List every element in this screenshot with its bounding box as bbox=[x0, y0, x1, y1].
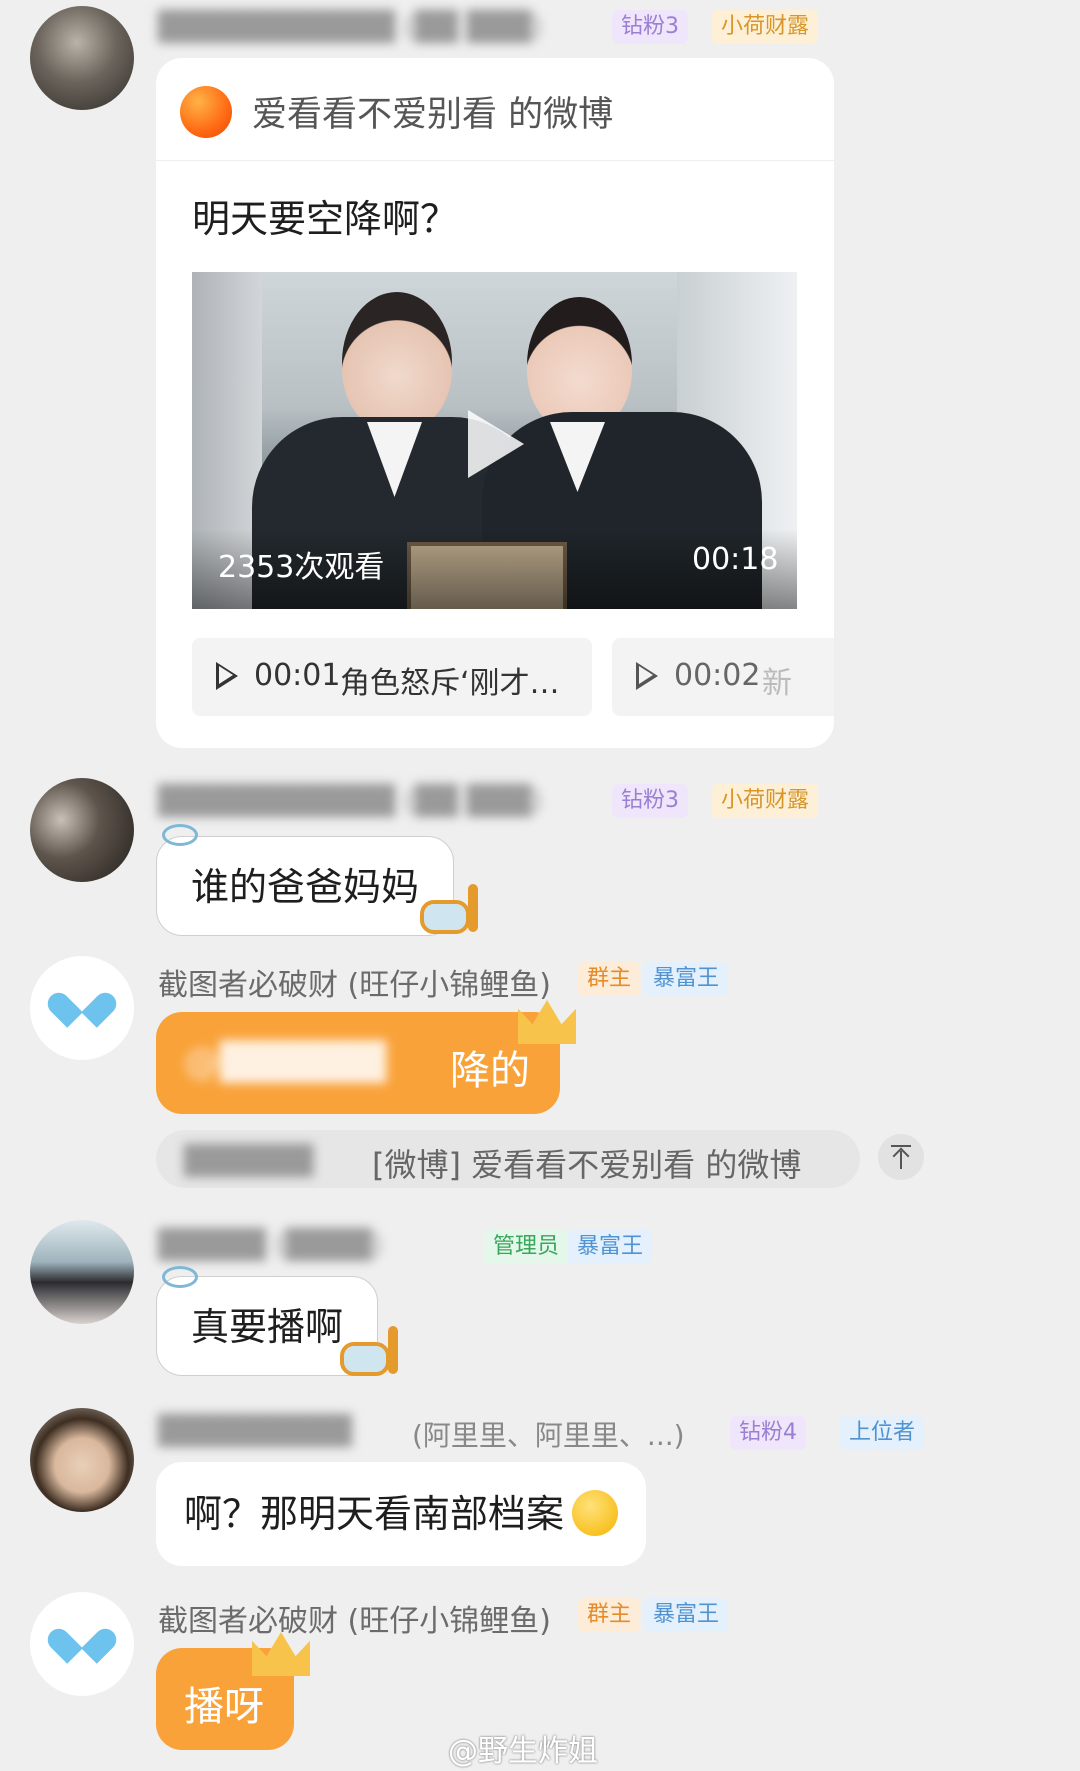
title-badge: 暴富王 bbox=[568, 1230, 653, 1264]
fan-badge: 钻粉4 bbox=[730, 1416, 806, 1450]
title-badge: 上位者 bbox=[840, 1416, 925, 1450]
title-badge: 暴富王 bbox=[644, 1598, 729, 1632]
sender-name-tail: (阿里里、阿里里、...) bbox=[412, 1419, 685, 1452]
sender-name: ███████████ (██ ███) bbox=[158, 784, 543, 817]
message-bubble[interactable]: 啊？那明天看南部档案 bbox=[156, 1462, 647, 1566]
chapter-time: 00:01 bbox=[254, 658, 341, 693]
chapter-label: 角色怒斥‘刚才… bbox=[340, 666, 560, 701]
message-bubble[interactable]: @██████ 降的 bbox=[156, 1012, 560, 1114]
avatar[interactable] bbox=[30, 6, 134, 110]
heart-icon bbox=[43, 1622, 121, 1666]
card-source: 爱看看不爱别看 的微博 bbox=[252, 95, 614, 135]
owner-badge: 群主 bbox=[578, 962, 641, 996]
message-bubble[interactable]: 谁的爸爸妈妈 bbox=[156, 836, 455, 936]
title-badge: 小荷财露 bbox=[712, 784, 819, 818]
crown-icon bbox=[518, 1000, 576, 1044]
sender-name: █████ (████) bbox=[158, 1228, 383, 1261]
quote-reply[interactable]: ██████ [微博] 爱看看不爱别看 的微博 bbox=[156, 1130, 860, 1188]
avatar[interactable] bbox=[30, 1220, 134, 1324]
message-text: 播呀 bbox=[184, 1684, 264, 1730]
video-thumbnail[interactable]: 2353次观看 00:18 bbox=[192, 272, 797, 609]
sender-name[interactable]: 截图者必破财 (旺仔小锦鲤鱼) bbox=[158, 960, 551, 1004]
snorkel-icon bbox=[420, 884, 486, 940]
message-text: 降的 bbox=[450, 1048, 530, 1094]
snorkel-icon bbox=[340, 1326, 406, 1382]
title-badge: 暴富王 bbox=[644, 962, 729, 996]
fan-badge: 钻粉3 bbox=[612, 10, 688, 44]
person-figure bbox=[342, 292, 452, 432]
tongue-emoji-icon bbox=[572, 1489, 619, 1536]
message-text: 啊？那明天看南部档案 bbox=[184, 1492, 565, 1536]
avatar[interactable] bbox=[30, 1408, 134, 1512]
weibo-logo-icon bbox=[180, 86, 232, 138]
heart-icon bbox=[43, 986, 121, 1030]
goggles-icon bbox=[162, 824, 198, 846]
chapter-label: 新 bbox=[762, 666, 792, 701]
admin-badge: 管理员 bbox=[484, 1230, 569, 1264]
view-count: 2353次观看 bbox=[218, 550, 385, 585]
chapter-chip[interactable]: 00:01 角色怒斥‘刚才… bbox=[192, 638, 592, 716]
mention: @██████ bbox=[184, 1042, 387, 1083]
card-header: 爱看看不爱别看 的微博 bbox=[156, 58, 834, 161]
avatar[interactable] bbox=[30, 1592, 134, 1696]
sender-name: █████████ bbox=[158, 1414, 352, 1447]
goggles-icon bbox=[162, 1266, 198, 1288]
scroll-up-icon[interactable] bbox=[878, 1134, 924, 1180]
chapter-chip[interactable]: 00:02 新 bbox=[612, 638, 834, 716]
avatar[interactable] bbox=[30, 956, 134, 1060]
quote-text: [微博] 爱看看不爱别看 的微博 bbox=[372, 1146, 802, 1184]
title-badge: 小荷财露 bbox=[712, 10, 819, 44]
fan-badge: 钻粉3 bbox=[612, 784, 688, 818]
weibo-card[interactable]: 爱看看不爱别看 的微博 明天要空降啊？ 2353次观看 00:18 00:01 … bbox=[156, 58, 834, 748]
owner-badge: 群主 bbox=[578, 1598, 641, 1632]
sender-name[interactable]: 截图者必破财 (旺仔小锦鲤鱼) bbox=[158, 1596, 551, 1640]
card-title: 明天要空降啊？ bbox=[192, 197, 459, 241]
watermark: @野生炸姐 bbox=[448, 1734, 598, 1769]
chapter-time: 00:02 bbox=[674, 658, 761, 693]
sender-name: ███████████ (██ ███) bbox=[158, 10, 543, 43]
avatar[interactable] bbox=[30, 778, 134, 882]
play-icon[interactable] bbox=[468, 410, 524, 478]
video-duration: 00:18 bbox=[692, 542, 779, 577]
